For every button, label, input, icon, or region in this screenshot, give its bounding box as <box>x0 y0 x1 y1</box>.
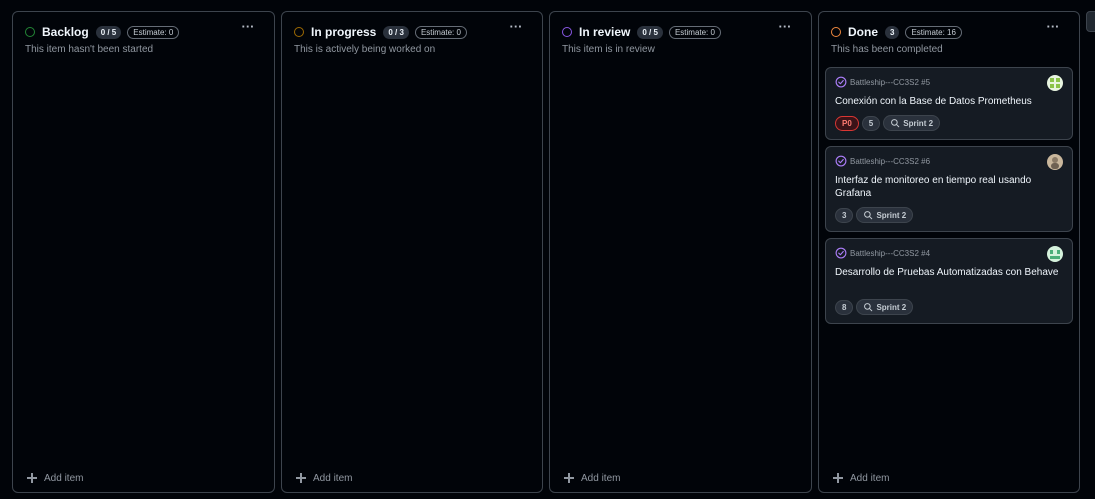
item-count-badge: 3 <box>885 25 900 39</box>
estimate-label: 3 <box>835 207 854 223</box>
card-repo-label: Battleship---CC3S2 #6 <box>850 156 931 166</box>
column-description: This has been completed <box>831 44 943 55</box>
user-avatar[interactable] <box>1047 246 1063 262</box>
add-item-label: Add item <box>44 472 84 484</box>
sprint-text: Sprint 2 <box>876 302 907 312</box>
column-more-options-icon[interactable]: ··· <box>508 20 524 38</box>
done-check-icon <box>835 76 847 88</box>
issue-card[interactable]: Battleship---CC3S2 #4 Desarrollo de Prue… <box>825 238 1073 324</box>
column-header: In progress 0 / 3 Estimate: 0 ··· <box>294 20 530 42</box>
card-repo-reference[interactable]: Battleship---CC3S2 #5 <box>835 76 930 88</box>
card-title[interactable]: Interfaz de monitoreo en tiempo real usa… <box>835 174 1060 200</box>
estimate-badge: Estimate: 0 <box>668 25 721 39</box>
done-status-icon <box>831 27 841 37</box>
card-fields: 8 Sprint 2 <box>835 299 916 315</box>
plus-icon <box>831 471 845 485</box>
plus-icon <box>294 471 308 485</box>
estimate-badge: Estimate: 0 <box>414 25 467 39</box>
card-repo-reference[interactable]: Battleship---CC3S2 #6 <box>835 155 930 167</box>
in-progress-status-icon <box>294 27 304 37</box>
item-count-badge: 0 / 5 <box>95 25 122 39</box>
add-item-label: Add item <box>313 472 353 484</box>
column-more-options-icon[interactable]: ··· <box>777 20 793 38</box>
sprint-text: Sprint 2 <box>903 118 934 128</box>
issue-card[interactable]: Battleship---CC3S2 #5 Conexión con la Ba… <box>825 67 1073 140</box>
plus-icon <box>562 471 576 485</box>
column-more-options-icon[interactable]: ··· <box>1045 20 1061 38</box>
done-check-icon <box>835 155 847 167</box>
iteration-icon <box>891 119 900 128</box>
iteration-icon <box>864 211 873 220</box>
sprint-text: Sprint 2 <box>876 210 907 220</box>
add-item-button[interactable]: Add item <box>562 471 620 485</box>
column-title: Backlog <box>42 25 89 39</box>
plus-icon <box>25 471 39 485</box>
card-fields: P0 5 Sprint 2 <box>835 115 943 131</box>
project-board: Backlog 0 / 5 Estimate: 0 ··· This item … <box>0 0 1095 499</box>
card-title[interactable]: Conexión con la Base de Datos Prometheus <box>835 95 1060 108</box>
column-header: Done 3 Estimate: 16 ··· <box>831 20 1067 42</box>
item-count-badge: 0 / 5 <box>637 25 663 39</box>
sprint-label: Sprint 2 <box>883 115 941 131</box>
add-column-button[interactable] <box>1086 11 1095 32</box>
column-description: This is actively being worked on <box>294 44 436 55</box>
user-avatar[interactable] <box>1047 75 1063 91</box>
item-count-badge: 0 / 3 <box>383 25 409 39</box>
priority-label: P0 <box>835 115 859 131</box>
card-fields: 3 Sprint 2 <box>835 207 916 223</box>
sprint-label: Sprint 2 <box>856 299 914 315</box>
estimate-label: 5 <box>861 115 881 131</box>
iteration-icon <box>864 303 873 312</box>
column-description: This item hasn't been started <box>25 44 154 55</box>
in-review-status-icon <box>562 27 572 37</box>
column-title: In progress <box>311 25 377 39</box>
estimate-label: 8 <box>835 299 854 315</box>
estimate-badge: Estimate: 16 <box>905 25 962 39</box>
column-title: Done <box>848 25 878 39</box>
add-item-button[interactable]: Add item <box>294 471 352 485</box>
add-item-button[interactable]: Add item <box>831 471 889 485</box>
column-title: In review <box>579 25 631 39</box>
column-backlog: Backlog 0 / 5 Estimate: 0 ··· This item … <box>12 11 275 493</box>
estimate-badge: Estimate: 0 <box>127 25 180 39</box>
add-item-label: Add item <box>850 472 890 484</box>
done-check-icon <box>835 247 847 259</box>
column-header: In review 0 / 5 Estimate: 0 ··· <box>562 20 799 42</box>
user-avatar[interactable] <box>1047 154 1063 170</box>
card-repo-reference[interactable]: Battleship---CC3S2 #4 <box>835 247 930 259</box>
card-repo-label: Battleship---CC3S2 #4 <box>850 248 931 258</box>
backlog-status-icon <box>25 27 35 37</box>
column-description: This item is in review <box>562 44 655 55</box>
add-item-button[interactable]: Add item <box>25 471 83 485</box>
card-repo-label: Battleship---CC3S2 #5 <box>850 77 931 87</box>
column-in-progress: In progress 0 / 3 Estimate: 0 ··· This i… <box>281 11 543 493</box>
card-title[interactable]: Desarrollo de Pruebas Automatizadas con … <box>835 266 1060 279</box>
add-item-label: Add item <box>581 472 621 484</box>
column-more-options-icon[interactable]: ··· <box>240 20 256 38</box>
column-done: Done 3 Estimate: 16 ··· This has been co… <box>818 11 1080 493</box>
sprint-label: Sprint 2 <box>856 207 914 223</box>
issue-card[interactable]: Battleship---CC3S2 #6 Interfaz de monito… <box>825 146 1073 232</box>
column-header: Backlog 0 / 5 Estimate: 0 ··· <box>25 20 262 42</box>
column-in-review: In review 0 / 5 Estimate: 0 ··· This ite… <box>549 11 812 493</box>
